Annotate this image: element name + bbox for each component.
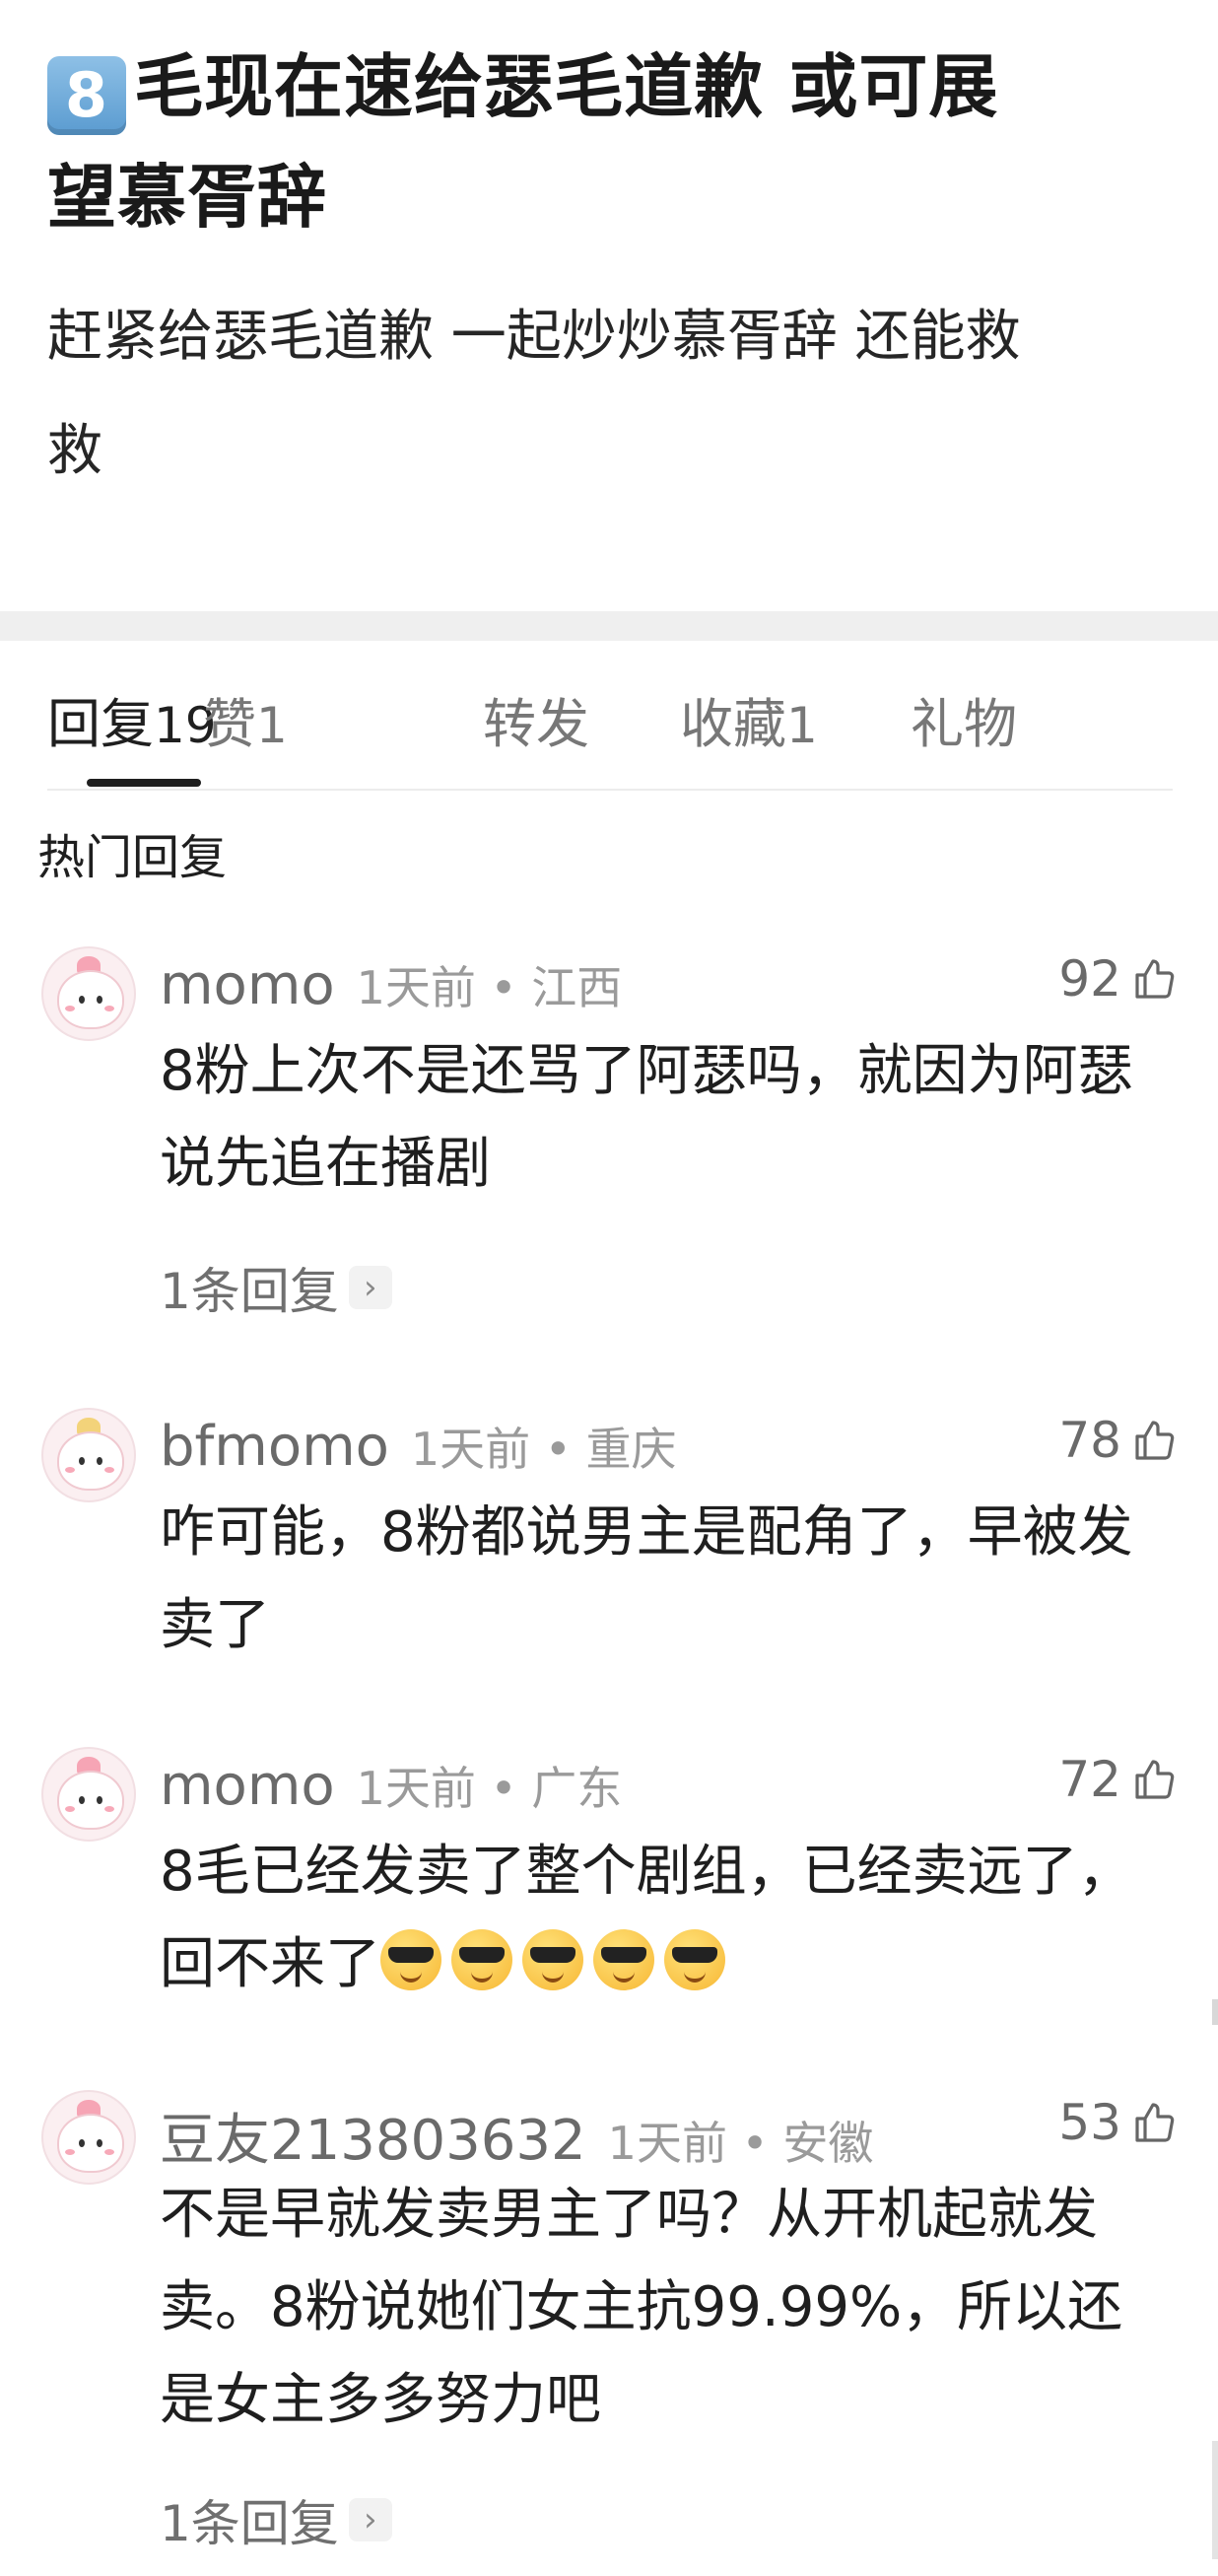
comment-text: 咋可能，8粉都说男主是配角了，早被发 卖了 <box>160 1487 1184 1672</box>
sunglasses-face-icon <box>451 1929 512 1990</box>
avatar-eye <box>97 996 102 1004</box>
post-title: 8 毛现在速给瑟毛道歉 或可展 望慕胥辞 <box>47 0 1171 252</box>
scrollbar-marker <box>1212 1999 1218 2025</box>
comment-time-location: 1天前 • 广东 <box>356 1762 623 1815</box>
username[interactable]: momo <box>160 953 335 1017</box>
comment-line: 不是早就发卖男主了吗？从开机起就发 <box>160 2183 1098 2247</box>
like-count: 72 <box>1058 1751 1121 1808</box>
avatar-eye <box>97 1457 102 1465</box>
like-count: 53 <box>1058 2094 1121 2151</box>
post-body-line1: 赶紧给瑟毛道歉 一起炒炒慕胥辞 还能救 <box>47 305 1021 369</box>
comment-text: 8毛已经发卖了整个剧组，已经卖远了， 回不来了 <box>160 1826 1184 2019</box>
avatar-eye <box>79 2139 85 2147</box>
tab-reposts[interactable]: 转发 <box>483 690 589 759</box>
avatar-blush <box>65 1467 75 1473</box>
like-count: 78 <box>1058 1412 1121 1469</box>
username[interactable]: 豆友213803632 <box>160 2109 586 2173</box>
sunglasses-face-icon <box>522 1929 583 1990</box>
tab-favorites-count: 1 <box>786 697 818 754</box>
avatar[interactable] <box>41 1747 136 1842</box>
avatar-blush <box>65 1806 75 1812</box>
avatar-face <box>57 1431 124 1491</box>
comment-line: 8粉上次不是还骂了阿瑟吗，就因为阿瑟 <box>160 1039 1133 1103</box>
sunglasses-face-icon <box>664 1929 725 1990</box>
comment-line: 回不来了 <box>160 1932 380 1996</box>
comment-line: 说先追在播剧 <box>160 1132 491 1196</box>
tab-replies[interactable]: 回复19 <box>47 690 217 760</box>
sunglasses-face-icon <box>593 1929 654 1990</box>
comment-line: 是女主多多努力吧 <box>160 2368 601 2432</box>
tab-favorites[interactable]: 收藏1 <box>680 690 818 760</box>
tab-likes-count: 1 <box>256 697 288 754</box>
post-title-line1: 毛现在速给瑟毛道歉 或可展 <box>134 46 999 127</box>
avatar-blush <box>104 1006 114 1011</box>
avatar-eye <box>97 1796 102 1804</box>
tab-reposts-label: 转发 <box>483 693 589 755</box>
tab-replies-label: 回复 <box>47 693 154 755</box>
avatar[interactable] <box>41 1408 136 1502</box>
post-title-line2: 望慕胥辞 <box>47 157 327 238</box>
tab-likes[interactable]: 赞1 <box>203 690 288 760</box>
avatar-face <box>57 1771 124 1830</box>
comment-meta: 豆友213803632 1天前 • 安徽 <box>160 2096 873 2173</box>
like-button[interactable]: 78 <box>1058 1412 1179 1469</box>
tab-favorites-label: 收藏 <box>680 693 786 755</box>
comment-meta: bfmomo 1天前 • 重庆 <box>160 1414 677 1483</box>
comment-time-location: 1天前 • 江西 <box>356 961 623 1014</box>
avatar-eye <box>97 2139 102 2147</box>
avatar-face <box>57 970 124 1029</box>
chevron-right-icon: › <box>348 1266 392 1309</box>
like-count: 92 <box>1058 950 1121 1008</box>
post-body: 赶紧给瑟毛道歉 一起炒炒慕胥辞 还能救 救 <box>47 280 1171 509</box>
post-header: 8 毛现在速给瑟毛道歉 或可展 望慕胥辞 赶紧给瑟毛道歉 一起炒炒慕胥辞 还能救 … <box>0 0 1218 509</box>
section-divider <box>0 611 1218 641</box>
comment-line: 卖。8粉说她们女主抗99.99%，所以还 <box>160 2275 1123 2339</box>
replies-count-label: 1条回复 <box>160 1263 339 1320</box>
thumbs-up-icon <box>1135 2103 1175 2142</box>
comment-meta: momo 1天前 • 广东 <box>160 1753 622 1822</box>
like-button[interactable]: 53 <box>1058 2094 1179 2151</box>
avatar-eye <box>79 1796 85 1804</box>
active-tab-indicator <box>87 779 201 787</box>
like-button[interactable]: 72 <box>1058 1751 1179 1808</box>
comment-meta: momo 1天前 • 江西 <box>160 952 622 1021</box>
avatar-face <box>57 2114 124 2173</box>
replies-count-label: 1条回复 <box>160 2495 339 2552</box>
username[interactable]: bfmomo <box>160 1415 389 1479</box>
scrollbar-thumb[interactable] <box>1212 2441 1218 2559</box>
comment-text: 8粉上次不是还骂了阿瑟吗，就因为阿瑟 说先追在播剧 <box>160 1025 1184 1211</box>
thumbs-up-icon <box>1135 959 1175 999</box>
tab-bar: 回复19 赞1 转发 收藏1 礼物 <box>47 680 1173 791</box>
comment-line: 8毛已经发卖了整个剧组，已经卖远了， <box>160 1840 1133 1904</box>
view-replies-button[interactable]: 1条回复 › <box>160 2484 392 2555</box>
tab-likes-label: 赞 <box>203 693 256 755</box>
sunglasses-face-icon <box>380 1929 441 1990</box>
avatar-blush <box>65 2149 75 2155</box>
comment-line: 卖了 <box>160 1593 270 1657</box>
tab-gifts[interactable]: 礼物 <box>911 690 1017 759</box>
avatar[interactable] <box>41 2090 136 2185</box>
thumbs-up-icon <box>1135 1421 1175 1460</box>
avatar-blush <box>104 2149 114 2155</box>
avatar-blush <box>104 1806 114 1812</box>
avatar-eye <box>79 1457 85 1465</box>
comment-text: 不是早就发卖男主了吗？从开机起就发 卖。8粉说她们女主抗99.99%，所以还 是… <box>160 2169 1184 2447</box>
avatar-blush <box>104 1467 114 1473</box>
avatar-eye <box>79 996 85 1004</box>
avatar-blush <box>65 1006 75 1011</box>
thumbs-up-icon <box>1135 1760 1175 1799</box>
keycap-digit-icon: 8 <box>47 56 126 135</box>
view-replies-button[interactable]: 1条回复 › <box>160 1252 392 1323</box>
comment-time-location: 1天前 • 重庆 <box>410 1423 677 1476</box>
comment-time-location: 1天前 • 安徽 <box>607 2117 874 2170</box>
username[interactable]: momo <box>160 1754 335 1818</box>
section-label-hot-replies: 热门回复 <box>37 830 228 885</box>
avatar[interactable] <box>41 946 136 1041</box>
tab-gifts-label: 礼物 <box>911 693 1017 755</box>
sunglasses-face-emoji-row <box>380 1926 735 2019</box>
post-body-line2: 救 <box>47 419 102 483</box>
chevron-right-icon: › <box>348 2498 392 2541</box>
comment-line: 咋可能，8粉都说男主是配角了，早被发 <box>160 1500 1133 1565</box>
like-button[interactable]: 92 <box>1058 950 1179 1008</box>
